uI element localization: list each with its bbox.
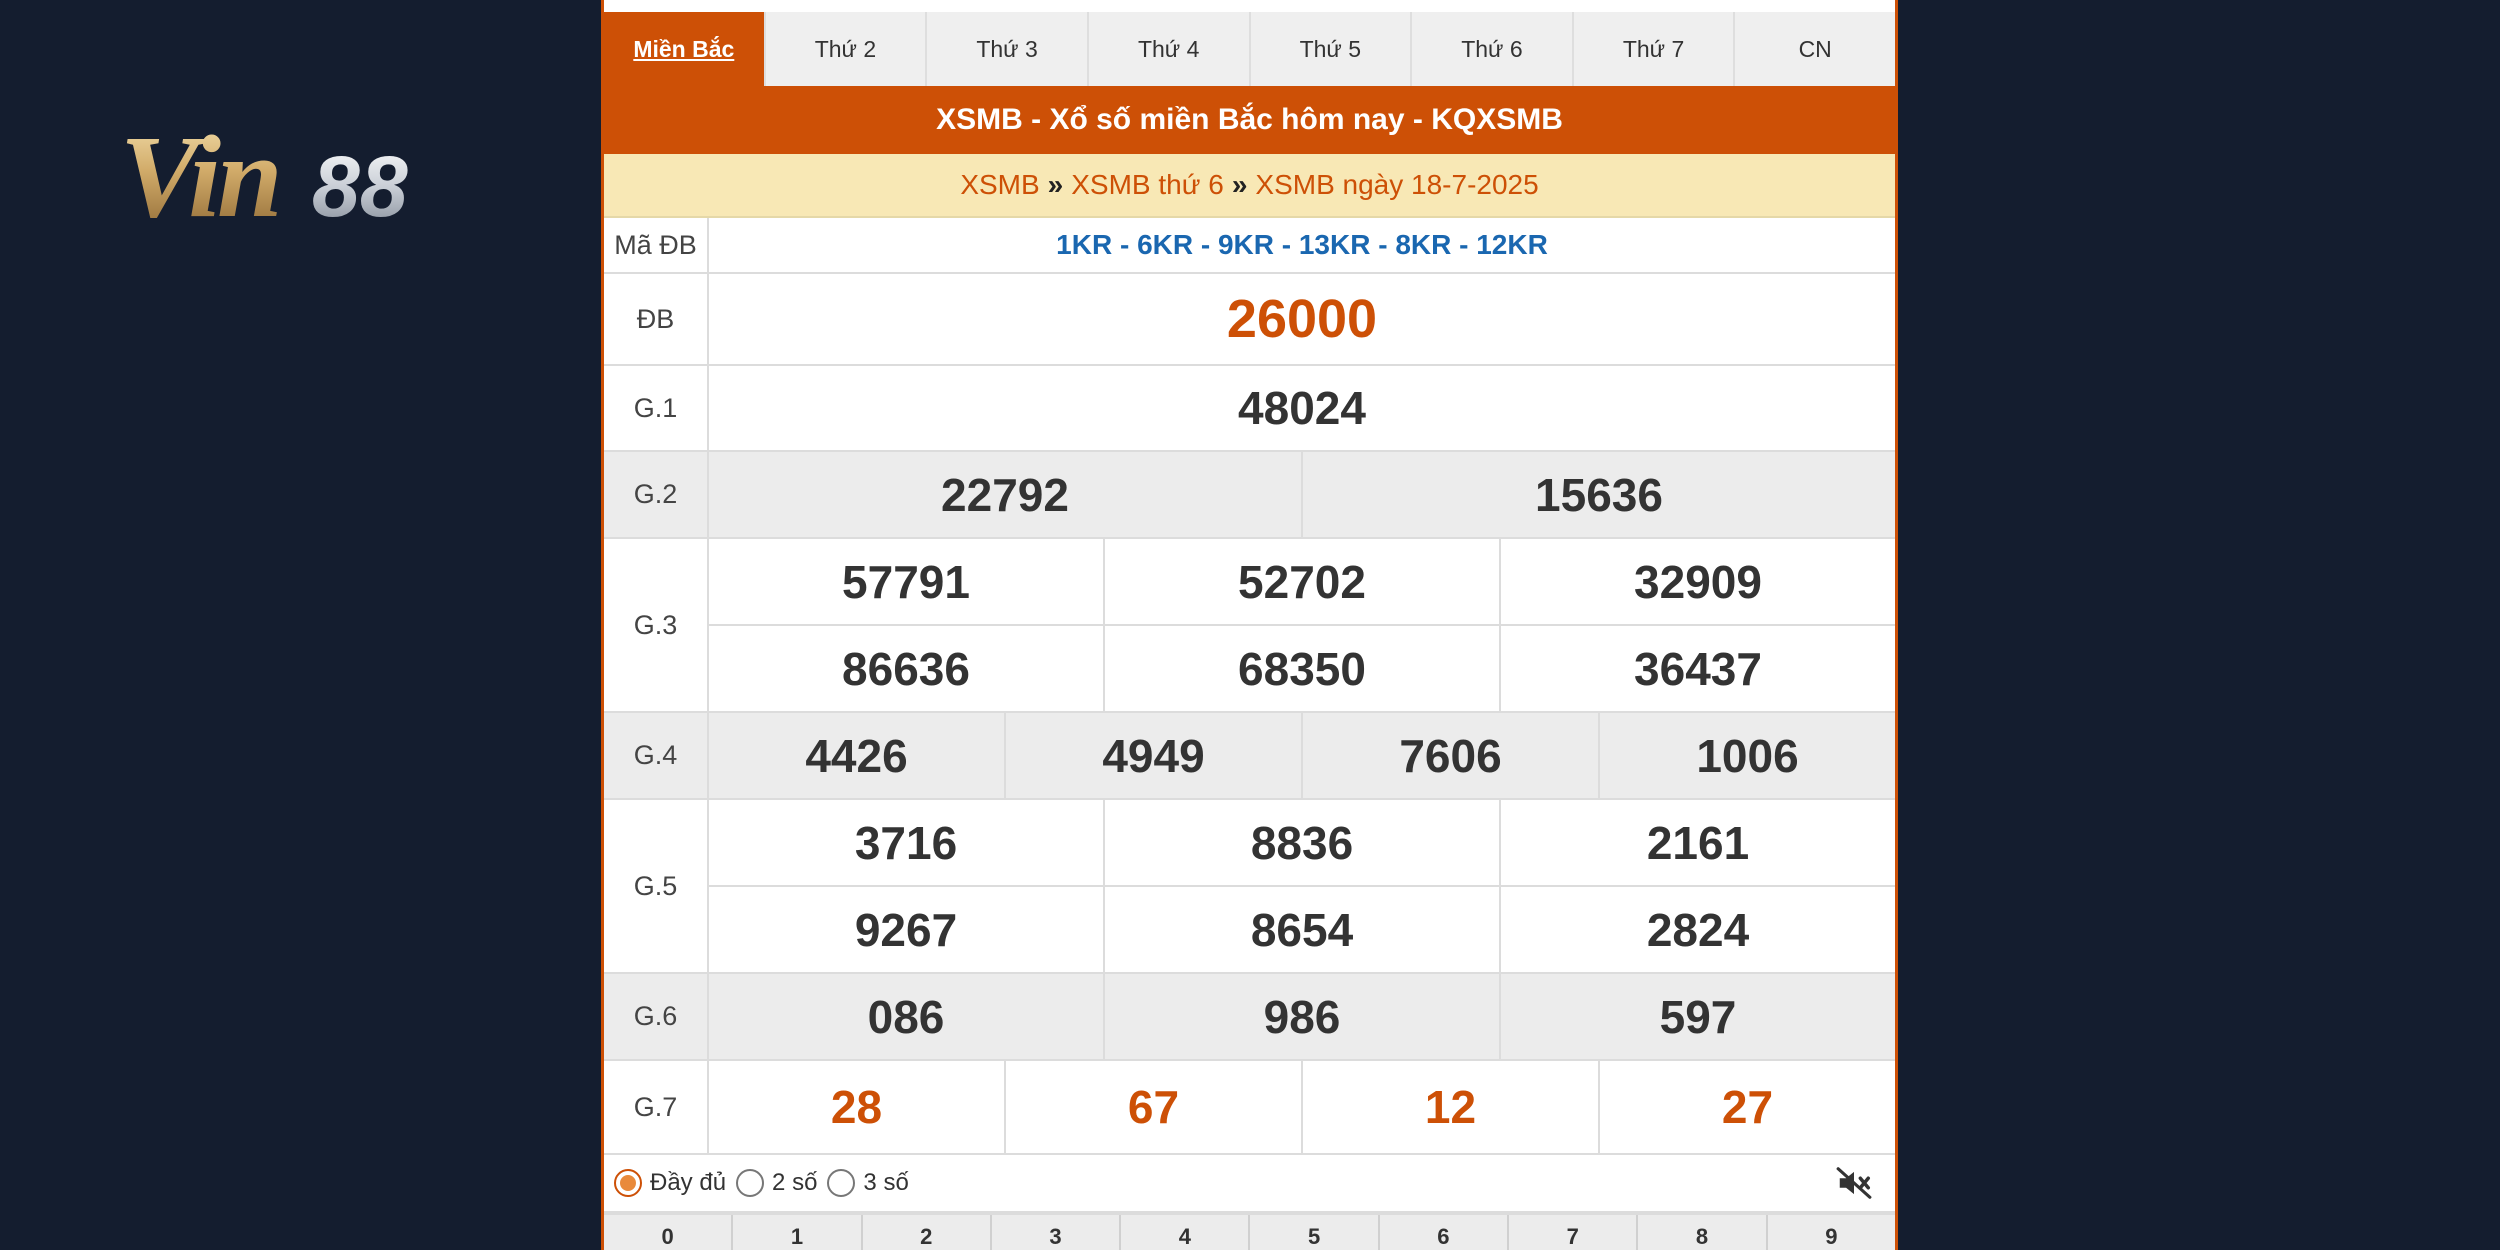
prize-number: 52702 — [1105, 539, 1501, 624]
prize-number: 57791 — [709, 539, 1105, 624]
tab-mien-bac[interactable]: Miền Bắc — [604, 12, 766, 86]
prize-number: 4949 — [1006, 713, 1303, 798]
prize-number: 27 — [1721, 1081, 1774, 1133]
option-label: Đầy đủ — [650, 1169, 727, 1196]
row-label: G.7 — [604, 1061, 709, 1153]
digit-cell: 5 — [1250, 1215, 1380, 1250]
option-label: 2 số — [772, 1169, 818, 1196]
prize-number: 597 — [1659, 990, 1737, 1043]
prize-number: 1006 — [1696, 729, 1799, 782]
row-label: G.5 — [604, 800, 709, 972]
prize-number: 2824 — [1646, 903, 1750, 956]
row-g3: G.3 57791 52702 32909 86636 68350 36437 — [604, 539, 1895, 713]
prize-number: 4426 — [709, 713, 1006, 798]
prize-number: 086 — [709, 974, 1105, 1059]
breadcrumb-link-xsmb[interactable]: XSMB — [960, 169, 1039, 201]
prize-number: 3716 — [709, 800, 1105, 885]
prize-number: 2161 — [1646, 816, 1750, 869]
breadcrumb-separator: » — [1231, 169, 1248, 200]
row-g4: G.4 4426 4949 7606 1006 — [604, 713, 1895, 800]
option-3-digits[interactable]: 3 số — [827, 1169, 909, 1197]
row-label: Mã ĐB — [604, 218, 709, 272]
prize-number: 9267 — [709, 887, 1105, 972]
prize-number: 68350 — [1105, 626, 1501, 711]
vin88-logo: Vin 88 — [120, 118, 490, 233]
tab-thu-7[interactable]: Thứ 7 — [1573, 12, 1736, 86]
prize-number: 28 — [709, 1061, 1006, 1153]
digit-cell: 1 — [733, 1215, 863, 1250]
speaker-muted-icon[interactable] — [1835, 1164, 1873, 1202]
tab-thu-6[interactable]: Thứ 6 — [1412, 12, 1574, 86]
prize-number: 7606 — [1303, 713, 1600, 798]
digit-cell: 9 — [1825, 1224, 1838, 1249]
row-g7: G.7 28 67 12 27 — [604, 1061, 1895, 1155]
prize-number: 12 — [1303, 1061, 1600, 1153]
row-ma-db: Mã ĐB 1KR - 6KR - 9KR - 13KR - 8KR - 12K… — [604, 218, 1895, 274]
day-tabs: Miền Bắc Thứ 2 Thứ 3 Thứ 4 Thứ 5 Thứ 6 T… — [604, 12, 1895, 86]
digit-cell: 8 — [1638, 1215, 1768, 1250]
row-label: G.2 — [604, 452, 709, 537]
page-title: XSMB - Xổ số miền Bắc hôm nay - KQXSMB — [604, 86, 1895, 154]
digit-cell: 0 — [604, 1215, 734, 1250]
radio-2-digits[interactable] — [736, 1169, 765, 1197]
tab-thu-3[interactable]: Thứ 3 — [927, 12, 1089, 86]
svg-text:Vin: Vin — [120, 118, 279, 233]
breadcrumb-separator: » — [1047, 169, 1064, 200]
breadcrumb: XSMB » XSMB thứ 6 » XSMB ngày 18-7-2025 — [604, 154, 1895, 218]
special-prize-number: 26000 — [1226, 289, 1378, 349]
prize-number: 8654 — [1105, 887, 1501, 972]
digit-cell: 6 — [1380, 1215, 1510, 1250]
row-g1: G.1 48024 — [604, 366, 1895, 452]
prize-number: 67 — [1006, 1061, 1303, 1153]
digit-header: 0 1 2 3 4 5 6 7 8 9 — [604, 1213, 1895, 1250]
special-prize-codes: 1KR - 6KR - 9KR - 13KR - 8KR - 12KR — [1056, 229, 1548, 260]
row-g6: G.6 086 986 597 — [604, 974, 1895, 1061]
tab-cn[interactable]: CN — [1735, 12, 1895, 86]
prize-number: 986 — [1105, 974, 1501, 1059]
row-label: G.3 — [604, 539, 709, 711]
prize-number: 86636 — [709, 626, 1105, 711]
tab-thu-5[interactable]: Thứ 5 — [1250, 12, 1413, 86]
breadcrumb-link-date[interactable]: XSMB ngày 18-7-2025 — [1255, 169, 1538, 201]
digit-cell: 2 — [863, 1215, 992, 1250]
row-label: G.4 — [604, 713, 709, 798]
digit-cell: 3 — [992, 1215, 1122, 1250]
row-g5: G.5 3716 8836 2161 9267 8654 2824 — [604, 800, 1895, 974]
option-full[interactable]: Đầy đủ — [614, 1169, 726, 1197]
prize-number: 8836 — [1105, 800, 1501, 885]
row-g2: G.2 22792 15636 — [604, 452, 1895, 539]
prize-number: 32909 — [1634, 555, 1762, 608]
display-options: Đầy đủ 2 số 3 số — [604, 1155, 1895, 1213]
vin88-logo-graphic: Vin 88 — [120, 118, 408, 233]
row-db: ĐB 26000 — [604, 274, 1895, 366]
row-label: ĐB — [604, 274, 709, 364]
option-2-digits[interactable]: 2 số — [736, 1169, 817, 1197]
lottery-results-panel: Miền Bắc Thứ 2 Thứ 3 Thứ 4 Thứ 5 Thứ 6 T… — [601, 0, 1898, 1250]
radio-3-digits[interactable] — [827, 1169, 856, 1197]
prize-number: 48024 — [1238, 382, 1366, 434]
row-label: G.6 — [604, 974, 709, 1059]
option-label: 3 số — [863, 1169, 909, 1196]
tab-thu-2[interactable]: Thứ 2 — [765, 12, 928, 86]
row-label: G.1 — [604, 366, 709, 450]
prize-number: 22792 — [709, 452, 1303, 537]
digit-cell: 4 — [1121, 1215, 1251, 1250]
radio-full[interactable] — [614, 1169, 642, 1197]
digit-cell: 7 — [1509, 1215, 1639, 1250]
prize-number: 36437 — [1634, 642, 1762, 695]
tab-thu-4[interactable]: Thứ 4 — [1088, 12, 1251, 86]
prize-number: 15636 — [1535, 468, 1663, 521]
breadcrumb-link-xsmb-thu-6[interactable]: XSMB thứ 6 — [1071, 169, 1224, 201]
svg-text:88: 88 — [312, 139, 408, 233]
